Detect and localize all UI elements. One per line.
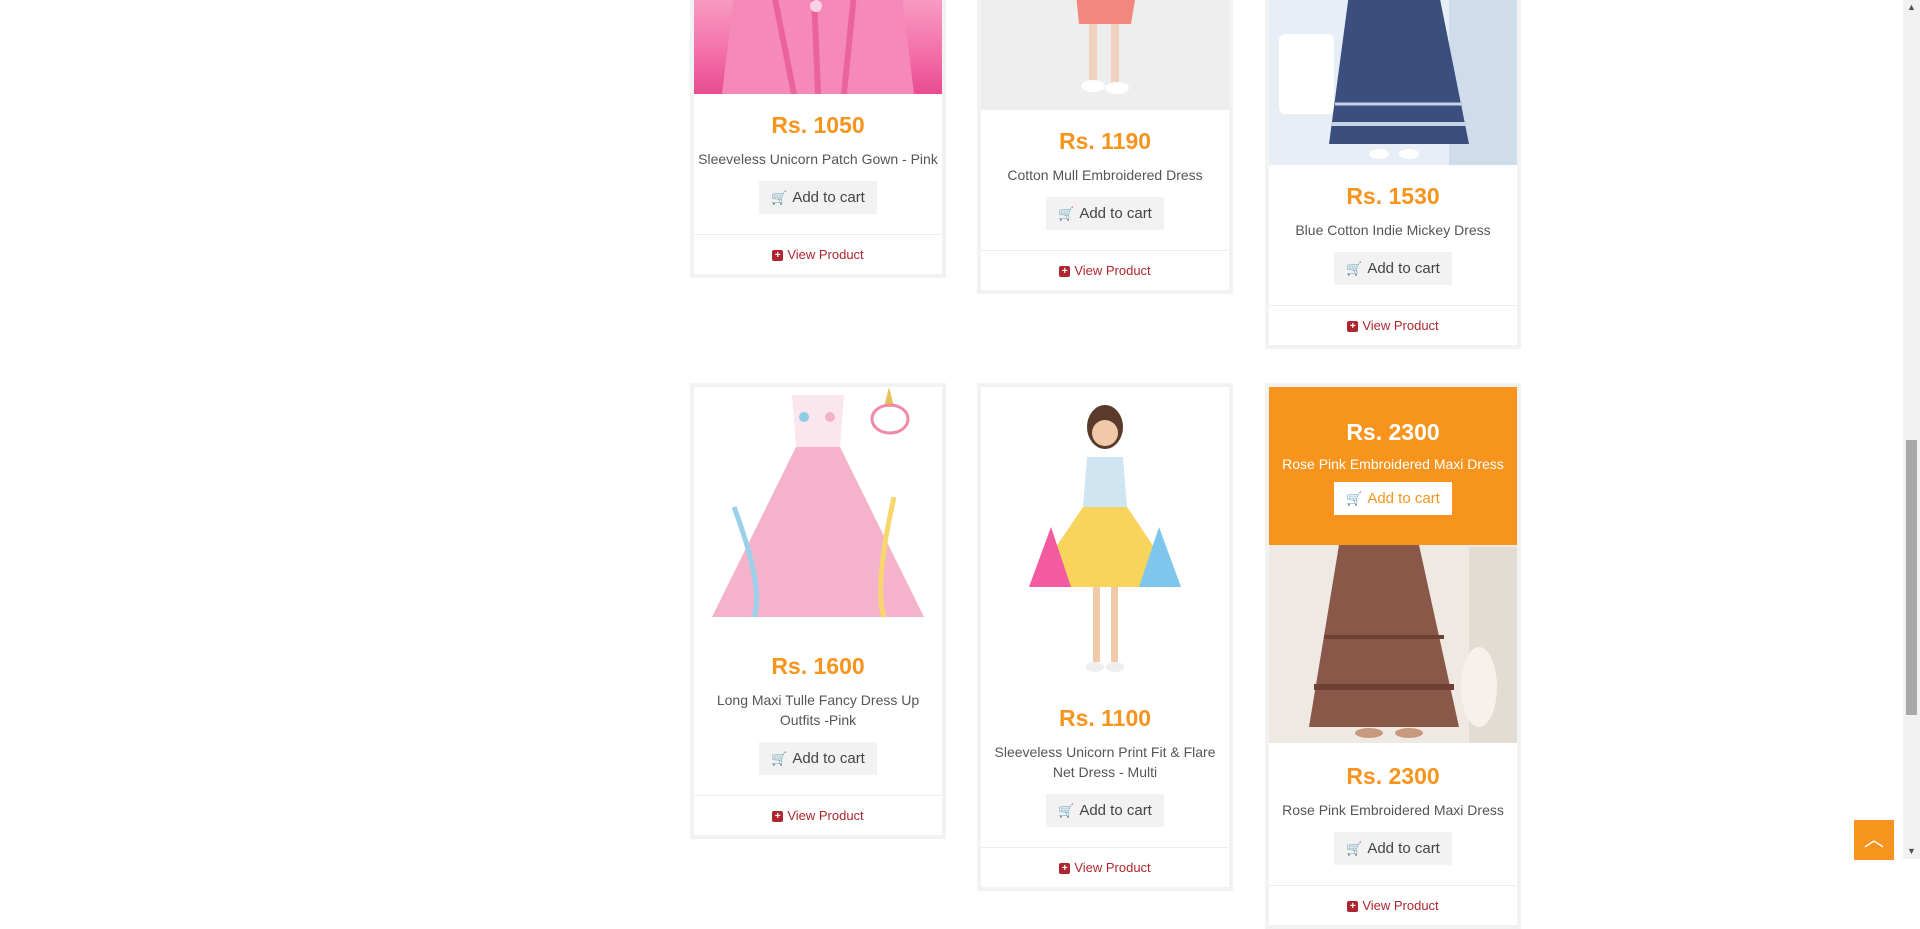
cart-icon: 🛒 [1346,491,1363,506]
product-name[interactable]: Blue Cotton Indie Mickey Dress [1271,220,1515,240]
scroll-down-arrow-icon[interactable]: ▼ [1903,844,1920,859]
product-price: Rs. 1190 [1058,128,1152,154]
product-card: Rs. 1190 Cotton Mull Embroidered Dress 🛒… [977,0,1233,294]
product-image[interactable] [694,387,942,633]
add-to-cart-button[interactable]: 🛒 Add to cart [1046,794,1164,827]
product-card: Rs. 1100 Sleeveless Unicorn Print Fit & … [977,383,1233,891]
add-to-cart-button[interactable]: 🛒 Add to cart [1046,197,1164,230]
vertical-scrollbar[interactable]: ▲ ▼ [1903,0,1920,859]
plus-square-icon: + [1059,863,1071,874]
add-to-cart-button[interactable]: 🛒 Add to cart [1334,832,1452,865]
product-name[interactable]: Sleeveless Unicorn Print Fit & Flare Net… [983,742,1227,782]
product-image[interactable]: Rs. 2300 Rose Pink Embroidered Maxi Dres… [1269,387,1517,743]
scrollbar-thumb[interactable] [1906,440,1917,715]
view-product-link[interactable]: + View Product [1269,306,1517,345]
overlay-name[interactable]: Rose Pink Embroidered Maxi Dress [1271,454,1515,474]
view-product-link[interactable]: + View Product [694,235,942,274]
product-card: Rs. 1050 Sleeveless Unicorn Patch Gown -… [690,0,946,278]
scroll-up-arrow-icon[interactable]: ▲ [1903,0,1920,15]
product-name[interactable]: Rose Pink Embroidered Maxi Dress [1271,800,1515,820]
add-to-cart-button[interactable]: 🛒 Add to cart [759,181,877,214]
cart-icon: 🛒 [1346,261,1363,276]
cart-icon: 🛒 [771,751,788,766]
product-image[interactable] [981,0,1229,110]
product-image[interactable] [1269,0,1517,165]
view-product-link[interactable]: + View Product [981,848,1229,887]
view-product-link[interactable]: + View Product [1269,886,1517,925]
dress-illustration [1029,405,1181,672]
dress-illustration [1279,0,1517,165]
product-image[interactable] [981,387,1229,685]
scroll-to-top-button[interactable]: ︿ [1854,820,1894,860]
plus-square-icon: + [1347,901,1359,912]
add-to-cart-button[interactable]: 🛒 Add to cart [759,742,877,775]
view-product-link[interactable]: + View Product [981,251,1229,290]
product-card: Rs. 2300 Rose Pink Embroidered Maxi Dres… [1265,383,1521,929]
product-price: Rs. 1530 [1346,183,1440,209]
overlay-price: Rs. 2300 [1346,419,1440,445]
plus-square-icon: + [1059,266,1071,277]
product-card: Rs. 1530 Blue Cotton Indie Mickey Dress … [1265,0,1521,349]
chevron-up-icon: ︿ [1864,829,1884,851]
cart-icon: 🛒 [771,190,788,205]
cart-icon: 🛒 [1058,206,1075,221]
cart-icon: 🛒 [1346,841,1363,856]
plus-square-icon: + [1347,321,1359,332]
product-image[interactable] [694,0,942,94]
dress-illustration [1076,0,1135,94]
view-product-link[interactable]: + View Product [694,796,942,835]
overlay-add-to-cart-button[interactable]: 🛒 Add to cart [1334,482,1452,515]
product-name[interactable]: Cotton Mull Embroidered Dress [983,165,1227,185]
gown-illustration [722,0,914,94]
product-name[interactable]: Sleeveless Unicorn Patch Gown - Pink [696,149,940,169]
product-price: Rs. 1100 [1058,705,1152,731]
product-card: Rs. 1600 Long Maxi Tulle Fancy Dress Up … [690,383,946,839]
plus-square-icon: + [772,250,784,261]
gown-illustration [712,387,924,618]
product-name[interactable]: Long Maxi Tulle Fancy Dress Up Outfits -… [696,690,940,730]
cart-icon: 🛒 [1058,803,1075,818]
quick-view-overlay: Rs. 2300 Rose Pink Embroidered Maxi Dres… [1269,387,1517,545]
add-to-cart-button[interactable]: 🛒 Add to cart [1334,252,1452,285]
product-price: Rs. 1050 [771,112,865,138]
product-price: Rs. 2300 [1346,763,1440,789]
product-price: Rs. 1600 [771,653,865,679]
plus-square-icon: + [772,811,784,822]
